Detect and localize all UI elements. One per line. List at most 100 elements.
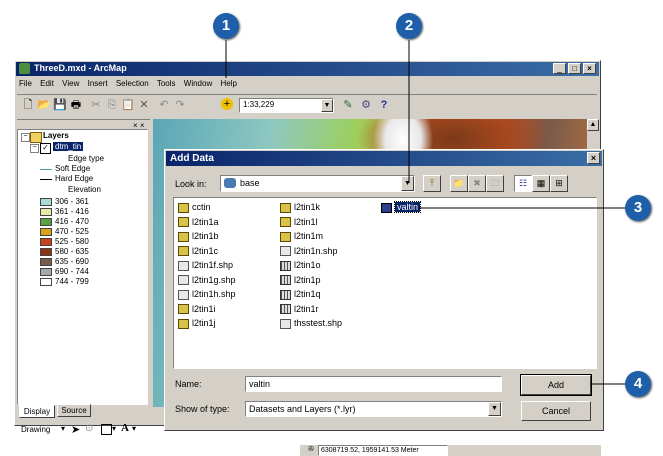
file-item[interactable]: l2tin1i bbox=[178, 303, 216, 315]
menu-file[interactable]: File bbox=[19, 79, 32, 88]
file-item[interactable]: valtin bbox=[381, 201, 422, 213]
show-of-type-select[interactable]: Datasets and Layers (*.lyr) ▼ bbox=[245, 401, 502, 417]
file-name: thsstest.shp bbox=[294, 318, 343, 328]
menu-tools[interactable]: Tools bbox=[157, 79, 176, 88]
open-icon[interactable]: 📂 bbox=[37, 98, 51, 112]
arctoolbox-icon[interactable]: ⚙ bbox=[359, 98, 373, 112]
status-icon: ✇ bbox=[308, 446, 314, 453]
elevation-swatch[interactable] bbox=[40, 278, 52, 286]
dialog-close-button[interactable]: × bbox=[587, 152, 600, 164]
menu-bar: File Edit View Insert Selection Tools Wi… bbox=[19, 79, 243, 91]
show-of-type-label: Show of type: bbox=[175, 404, 230, 414]
file-item[interactable]: l2tin1k bbox=[280, 201, 320, 213]
up-one-level-icon[interactable]: ⤒ bbox=[423, 175, 441, 192]
editor-icon[interactable]: ✎ bbox=[341, 98, 355, 112]
text-dropdown-icon[interactable]: ▾ bbox=[132, 424, 136, 433]
look-in-label: Look in: bbox=[175, 179, 207, 189]
hard-edge-symbol bbox=[40, 179, 52, 180]
file-item[interactable]: l2tin1c bbox=[178, 245, 218, 257]
file-item[interactable]: l2tin1l bbox=[280, 216, 318, 228]
connect-folder-icon[interactable]: 📁 bbox=[450, 175, 468, 192]
elevation-swatch[interactable] bbox=[40, 238, 52, 246]
menu-selection[interactable]: Selection bbox=[116, 79, 149, 88]
file-item[interactable]: l2tin1h.shp bbox=[178, 288, 236, 300]
new-icon[interactable]: 🗋 bbox=[21, 98, 35, 112]
rotate-icon[interactable]: ⊙ bbox=[85, 423, 93, 434]
file-item[interactable]: l2tin1j bbox=[178, 317, 216, 329]
thumbnails-view-icon[interactable]: ⊞ bbox=[550, 175, 568, 192]
scroll-up-icon[interactable]: ▲ bbox=[587, 119, 599, 131]
save-icon[interactable]: 💾 bbox=[53, 98, 67, 112]
layers-collapse-icon[interactable]: − bbox=[21, 133, 30, 142]
file-item[interactable]: l2tin1g.shp bbox=[178, 274, 236, 286]
menu-window[interactable]: Window bbox=[184, 79, 212, 88]
look-in-dropdown-icon[interactable]: ▼ bbox=[401, 176, 414, 191]
paste-icon[interactable]: 📋 bbox=[121, 98, 135, 112]
cancel-button[interactable]: Cancel bbox=[521, 401, 591, 421]
callout-2: 2 bbox=[396, 13, 422, 39]
elevation-swatch[interactable] bbox=[40, 248, 52, 256]
file-item[interactable]: l2tin1a bbox=[178, 216, 219, 228]
tab-source[interactable]: Source bbox=[57, 404, 91, 417]
text-tool-icon[interactable]: A bbox=[121, 422, 129, 434]
file-name: l2tin1b bbox=[192, 231, 219, 241]
file-item[interactable]: l2tin1m bbox=[280, 230, 323, 242]
delete-icon[interactable]: ✕ bbox=[137, 98, 151, 112]
redo-icon[interactable]: ↷ bbox=[173, 98, 187, 112]
file-item[interactable]: l2tin1n.shp bbox=[280, 245, 338, 257]
file-item[interactable]: l2tin1o bbox=[280, 259, 321, 271]
layer-collapse-icon[interactable]: − bbox=[30, 144, 39, 153]
type-dropdown-icon[interactable]: ▼ bbox=[488, 402, 501, 416]
file-item[interactable]: l2tin1f.shp bbox=[178, 259, 233, 271]
details-view-icon[interactable]: ▦ bbox=[532, 175, 550, 192]
tin-icon bbox=[178, 202, 189, 213]
minimize-button[interactable]: _ bbox=[553, 63, 566, 74]
close-button[interactable]: × bbox=[583, 63, 596, 74]
menu-view[interactable]: View bbox=[62, 79, 79, 88]
elevation-swatch[interactable] bbox=[40, 268, 52, 276]
print-icon[interactable]: 🖶 bbox=[69, 98, 83, 112]
add-button[interactable]: Add bbox=[520, 374, 592, 396]
elevation-swatch[interactable] bbox=[40, 218, 52, 226]
new-folder-icon[interactable]: 🗀 bbox=[486, 175, 504, 192]
raster-icon bbox=[280, 289, 291, 300]
whats-this-icon[interactable]: ? bbox=[377, 98, 391, 112]
folder-icon bbox=[224, 178, 236, 188]
elevation-swatch[interactable] bbox=[40, 208, 52, 216]
file-item[interactable]: l2tin1q bbox=[280, 288, 321, 300]
maximize-button[interactable]: □ bbox=[568, 63, 581, 74]
file-name: l2tin1g.shp bbox=[192, 274, 236, 285]
file-item[interactable]: l2tin1p bbox=[280, 274, 321, 286]
file-item[interactable]: l2tin1r bbox=[280, 303, 319, 315]
scale-dropdown-icon[interactable]: ▼ bbox=[321, 99, 333, 112]
look-in-combo[interactable]: base ▼ bbox=[220, 175, 415, 192]
layer-name[interactable]: dtm_tin bbox=[53, 142, 84, 151]
elevation-swatch[interactable] bbox=[40, 228, 52, 236]
elevation-swatch[interactable] bbox=[40, 198, 52, 206]
select-elements-icon[interactable]: ➤ bbox=[71, 423, 80, 436]
menu-edit[interactable]: Edit bbox=[40, 79, 54, 88]
add-data-icon[interactable]: + bbox=[221, 98, 233, 110]
file-name: valtin bbox=[393, 201, 422, 213]
cut-icon[interactable]: ✂ bbox=[89, 98, 103, 112]
menu-insert[interactable]: Insert bbox=[88, 79, 108, 88]
disconnect-folder-icon[interactable]: ✖ bbox=[468, 175, 486, 192]
drawing-dropdown-icon[interactable]: ▾ bbox=[61, 424, 65, 433]
drawing-menu[interactable]: Drawing bbox=[21, 425, 50, 434]
tab-display[interactable]: Display bbox=[19, 405, 55, 418]
rectangle-icon[interactable] bbox=[101, 424, 112, 435]
rectangle-dropdown-icon[interactable]: ▾ bbox=[112, 424, 116, 433]
name-input[interactable]: valtin bbox=[245, 376, 502, 392]
file-item[interactable]: cctin bbox=[178, 201, 211, 213]
copy-icon[interactable]: ⎘ bbox=[105, 98, 119, 112]
file-item[interactable]: l2tin1b bbox=[178, 230, 219, 242]
file-item[interactable]: thsstest.shp bbox=[280, 317, 342, 329]
elevation-range-label: 525 - 580 bbox=[55, 237, 89, 246]
menu-help[interactable]: Help bbox=[220, 79, 236, 88]
map-scale-combo[interactable]: 1:33,229 ▼ bbox=[239, 98, 334, 113]
elevation-swatch[interactable] bbox=[40, 258, 52, 266]
list-view-icon[interactable]: ☷ bbox=[514, 175, 532, 192]
layer-visibility-checkbox[interactable]: ✓ bbox=[40, 143, 51, 154]
undo-icon[interactable]: ↶ bbox=[157, 98, 171, 112]
shapefile-icon bbox=[178, 289, 189, 300]
